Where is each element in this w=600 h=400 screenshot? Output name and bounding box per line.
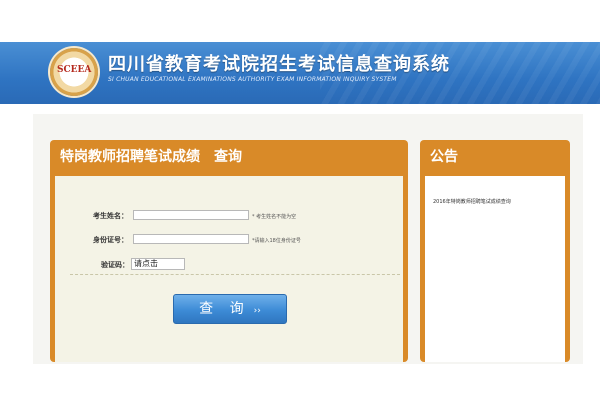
logo-text: SCEEA [57,65,92,75]
site-subtitle: SI CHUAN EDUCATIONAL EXAMINATIONS AUTHOR… [108,76,397,83]
form-divider [70,274,400,275]
double-chevron-right-icon: ›› [253,306,261,316]
id-hint: *请输入18位身份证号 [252,238,301,244]
notice-panel: 公告 2016年特岗教师招聘笔试成绩查询 [420,140,570,362]
query-panel: 特岗教师招聘笔试成绩 查询 考生姓名： * 考生姓名不能为空 身份证号： *请输… [50,140,408,362]
id-label: 身份证号： [93,236,128,244]
captcha-box[interactable]: 请点击 [131,258,185,270]
site-header: SCEEA 四川省教育考试院招生考试信息查询系统 SI CHUAN EDUCAT… [0,42,600,104]
id-number-input[interactable] [133,234,249,244]
logo-icon: SCEEA [50,48,98,96]
query-button[interactable]: 查 询 ›› [173,294,287,324]
notice-item[interactable]: 2016年特岗教师招聘笔试成绩查询 [433,198,511,205]
query-form: 考生姓名： * 考生姓名不能为空 身份证号： *请输入18位身份证号 验证码： … [55,176,403,362]
name-input[interactable] [133,210,249,220]
captcha-label: 验证码： [101,261,129,269]
notice-list: 2016年特岗教师招聘笔试成绩查询 [425,176,565,362]
query-panel-title: 特岗教师招聘笔试成绩 查询 [60,149,242,165]
site-title: 四川省教育考试院招生考试信息查询系统 [108,54,450,75]
name-label: 考生姓名： [93,212,128,220]
query-button-label: 查 询 [199,301,250,317]
name-hint: * 考生姓名不能为空 [252,214,297,220]
notice-panel-title: 公告 [430,149,458,165]
